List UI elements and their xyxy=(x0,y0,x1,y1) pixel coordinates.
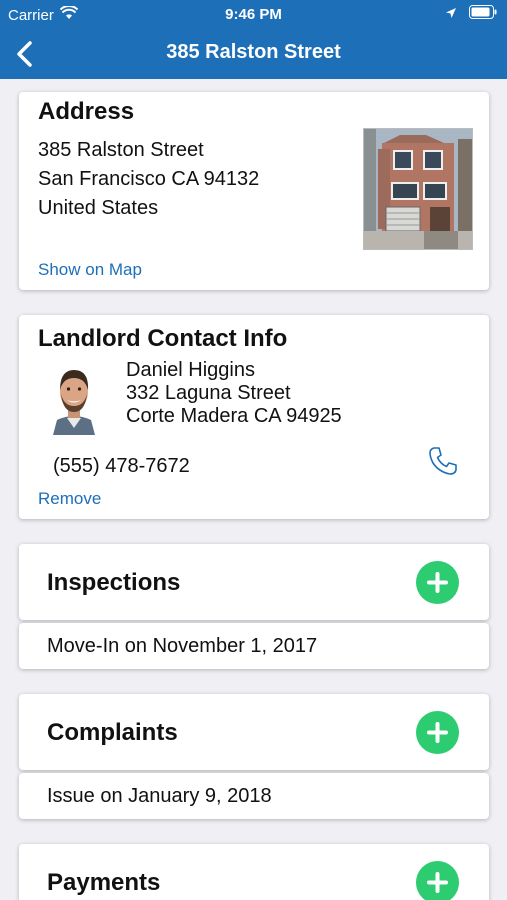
address-line-2: San Francisco CA 94132 xyxy=(38,168,260,190)
address-card: Address 385 Ralston Street San Francisco… xyxy=(19,92,489,290)
landlord-phone: (555) 478-7672 xyxy=(53,455,190,477)
landlord-street: 332 Laguna Street xyxy=(126,382,291,404)
landlord-heading: Landlord Contact Info xyxy=(38,325,288,352)
phone-icon[interactable] xyxy=(427,445,459,477)
landlord-card: Landlord Contact Info Daniel Higgins 332… xyxy=(19,315,489,519)
battery-icon xyxy=(469,5,497,23)
remove-landlord-link[interactable]: Remove xyxy=(38,489,101,509)
complaints-title: Complaints xyxy=(47,719,178,746)
address-lines: 385 Ralston Street San Francisco CA 9413… xyxy=(38,136,259,223)
add-payment-button[interactable] xyxy=(416,861,459,900)
add-complaint-button[interactable] xyxy=(416,711,459,754)
status-bar: Carrier 9:46 PM xyxy=(0,0,507,30)
landlord-city: Corte Madera CA 94925 xyxy=(126,405,342,427)
inspections-header: Inspections xyxy=(19,544,489,620)
list-item[interactable]: Move-In on November 1, 2017 xyxy=(19,623,489,669)
plus-icon xyxy=(427,572,448,593)
address-line-1: 385 Ralston Street xyxy=(38,139,204,161)
house-photo[interactable] xyxy=(363,128,473,250)
list-item[interactable]: Issue on January 9, 2018 xyxy=(19,773,489,819)
plus-icon xyxy=(427,872,448,893)
page-title: 385 Ralston Street xyxy=(166,41,341,63)
inspections-title: Inspections xyxy=(47,569,181,596)
inspection-item-label: Move-In on November 1, 2017 xyxy=(47,635,318,657)
status-right xyxy=(445,5,497,23)
avatar xyxy=(49,360,99,435)
add-inspection-button[interactable] xyxy=(416,561,459,604)
address-heading: Address xyxy=(38,98,135,125)
show-on-map-link[interactable]: Show on Map xyxy=(38,260,142,280)
payments-title: Payments xyxy=(47,869,161,896)
location-arrow-icon xyxy=(445,6,457,23)
complaints-header: Complaints xyxy=(19,694,489,770)
payments-header: Payments xyxy=(19,844,489,900)
landlord-name: Daniel Higgins xyxy=(126,359,255,381)
address-line-3: United States xyxy=(38,197,159,219)
complaint-item-label: Issue on January 9, 2018 xyxy=(47,785,272,807)
landlord-details: Daniel Higgins 332 Laguna Street Corte M… xyxy=(126,359,342,428)
status-time: 9:46 PM xyxy=(225,6,282,23)
navigation-bar: 385 Ralston Street xyxy=(0,30,507,79)
plus-icon xyxy=(427,722,448,743)
